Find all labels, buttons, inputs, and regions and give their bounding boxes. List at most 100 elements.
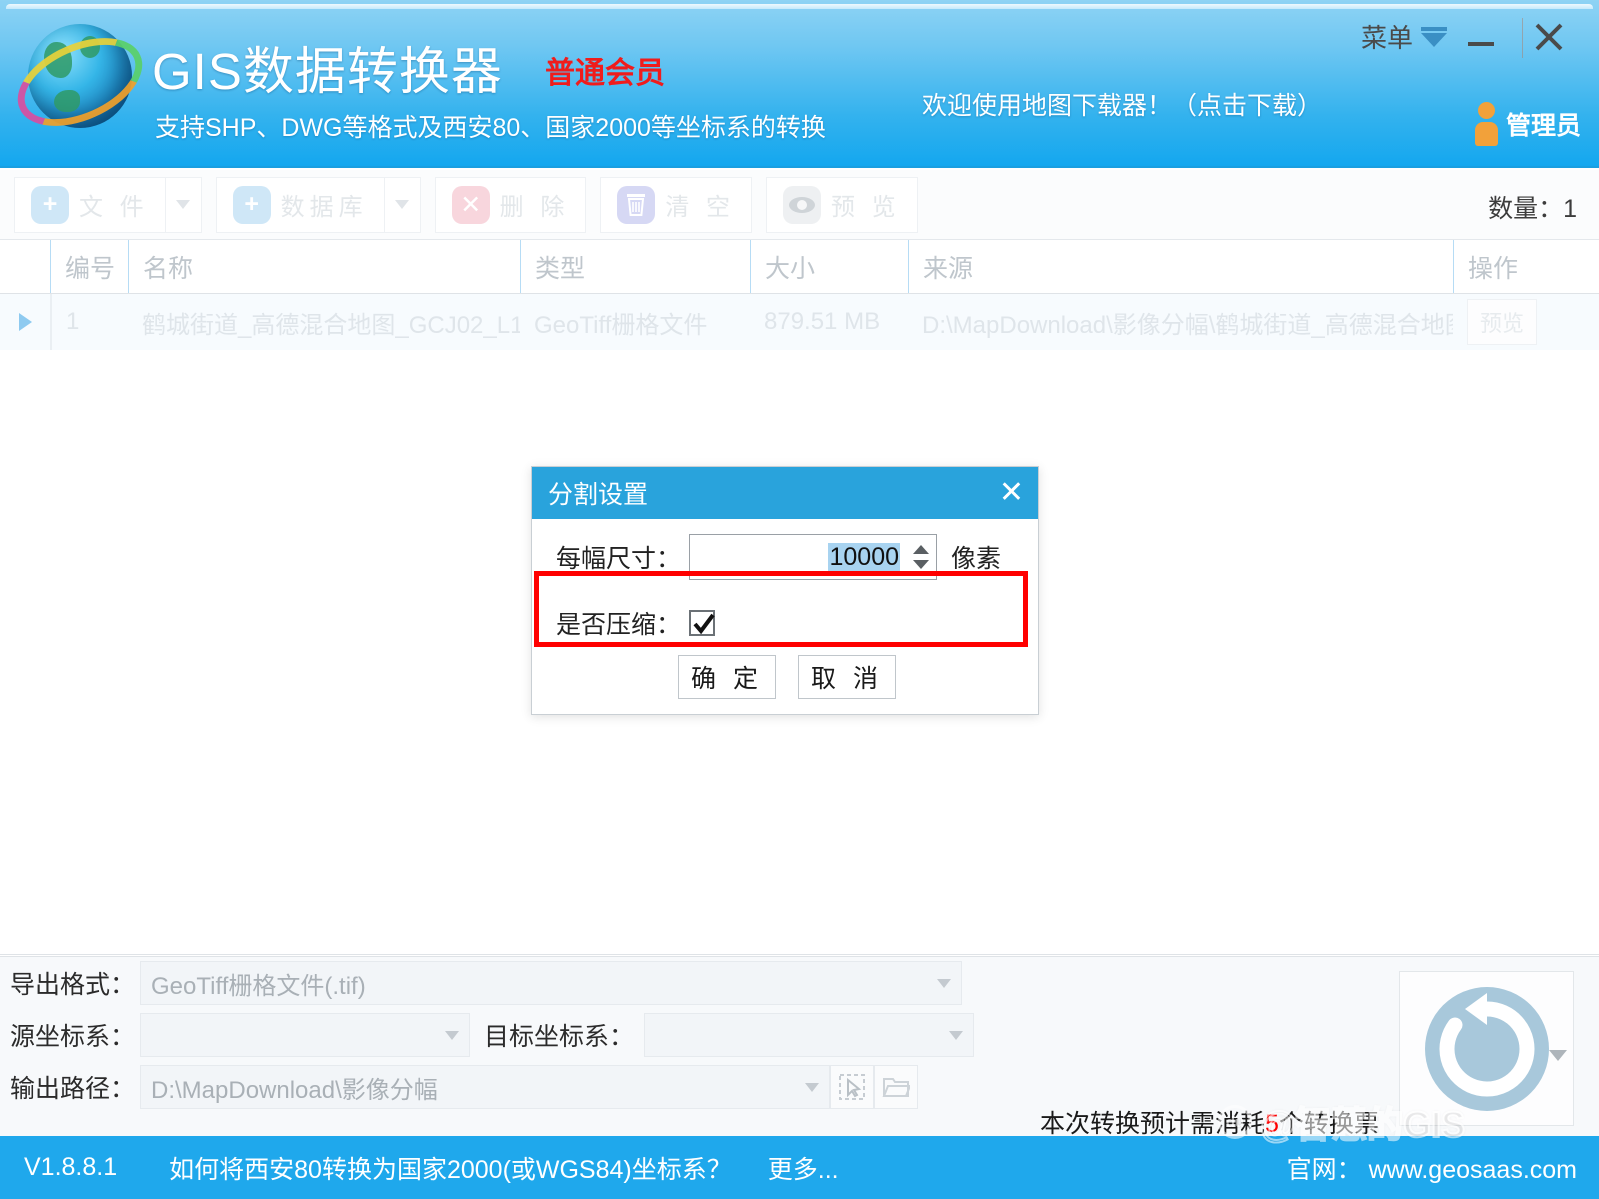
output-path-input[interactable]: D:\MapDownload\影像分幅	[140, 1065, 830, 1109]
pick-location-button[interactable]	[830, 1065, 874, 1109]
table-header-name[interactable]: 名称	[128, 240, 520, 293]
clear-button[interactable]: 清 空	[601, 178, 751, 232]
table-header-type[interactable]: 类型	[520, 240, 750, 293]
output-path-label: 输出路径：	[10, 1075, 136, 1103]
tile-size-label: 每幅尺寸：	[556, 545, 682, 573]
browse-folder-button[interactable]	[874, 1065, 918, 1109]
application-window: GIS数据转换器 普通会员 支持SHP、DWG等格式及西安80、国家2000等坐…	[0, 0, 1599, 1199]
cell-size: 879.51 MB	[764, 308, 881, 335]
add-file-dropdown[interactable]	[164, 177, 201, 232]
menu-button[interactable]: 菜单	[1361, 18, 1447, 55]
app-subtitle: 支持SHP、DWG等格式及西安80、国家2000等坐标系的转换	[155, 114, 826, 142]
dialog-title: 分割设置	[548, 481, 649, 509]
target-crs-select[interactable]	[644, 1013, 975, 1057]
add-database-label: 数据库	[280, 194, 368, 221]
app-header: GIS数据转换器 普通会员 支持SHP、DWG等格式及西安80、国家2000等坐…	[0, 0, 1599, 168]
convert-options-caret-icon[interactable]	[1549, 1050, 1567, 1061]
chevron-down-icon	[949, 1031, 964, 1040]
cursor-select-icon	[839, 1074, 865, 1100]
caret-down-icon[interactable]	[913, 560, 930, 569]
start-convert-button[interactable]	[1399, 971, 1574, 1126]
add-database-button[interactable]: + 数据库	[217, 178, 384, 232]
map-downloader-link[interactable]: 欢迎使用地图下载器！（点击下载）	[922, 86, 1322, 122]
minimize-button[interactable]	[1453, 14, 1509, 60]
toolbar-group-delete: ✕ 删 除	[434, 176, 587, 233]
export-format-value: GeoTiff栅格文件(.tif)	[151, 972, 366, 1000]
trash-icon	[617, 185, 656, 224]
table-header-action[interactable]: 操作	[1453, 240, 1599, 293]
clear-label: 清 空	[665, 194, 736, 221]
more-link[interactable]: 更多...	[768, 1150, 839, 1186]
chevron-down-icon	[805, 1083, 819, 1092]
add-file-button[interactable]: + 文 件	[15, 178, 165, 232]
output-path-value: D:\MapDownload\影像分幅	[151, 1076, 438, 1104]
export-format-label: 导出格式：	[10, 971, 136, 999]
compress-checkbox[interactable]	[689, 610, 716, 636]
add-database-dropdown[interactable]	[383, 177, 420, 232]
chevron-down-icon	[937, 979, 951, 988]
tile-size-unit: 像素	[951, 545, 1002, 573]
cost-count: 5	[1265, 1110, 1279, 1138]
dialog-close-icon[interactable]: ✕	[999, 478, 1024, 508]
row-expand-toggle[interactable]	[0, 313, 50, 331]
main-toolbar: + 文 件 + 数据库 ✕ 删 除 清 空 预 览 数量：1	[0, 170, 1599, 240]
cell-name: 鹤城街道_高德混合地图_GCJ02_L18	[142, 311, 520, 339]
close-button[interactable]	[1521, 14, 1577, 60]
table-header-spacer	[0, 240, 50, 293]
row-preview-button[interactable]: 预览	[1467, 299, 1538, 345]
close-x-icon: ✕	[451, 185, 490, 224]
preview-button[interactable]: 预 览	[767, 178, 917, 232]
plus-icon: +	[31, 185, 69, 224]
cancel-button[interactable]: 取 消	[798, 655, 896, 699]
folder-icon	[882, 1078, 910, 1097]
item-count-label: 数量：1	[1488, 195, 1577, 223]
export-format-row: 导出格式： GeoTiff栅格文件(.tif)	[0, 957, 1599, 1009]
refresh-convert-icon	[1424, 986, 1549, 1111]
dialog-titlebar: 分割设置 ✕	[532, 467, 1038, 519]
delete-label: 删 除	[499, 194, 570, 221]
export-format-select[interactable]: GeoTiff栅格文件(.tif)	[140, 961, 962, 1005]
chevron-down-icon	[445, 1031, 459, 1040]
tile-size-input[interactable]: 10000	[690, 535, 906, 579]
compress-label: 是否压缩：	[556, 611, 682, 639]
delete-button[interactable]: ✕ 删 除	[436, 178, 586, 232]
eye-icon	[783, 185, 822, 224]
cost-prefix: 本次转换预计需消耗	[1040, 1110, 1266, 1138]
toolbar-group-preview: 预 览	[766, 176, 918, 233]
toolbar-group-file: + 文 件	[14, 176, 202, 233]
cell-type: GeoTiff栅格文件	[534, 311, 708, 339]
close-icon	[1535, 23, 1563, 51]
tile-size-spin-arrows[interactable]	[906, 535, 936, 579]
cost-suffix: 个转换票	[1278, 1110, 1379, 1138]
tile-size-stepper[interactable]: 10000	[689, 534, 938, 580]
user-account[interactable]: 管理员	[1474, 102, 1581, 146]
compress-row: 是否压缩：	[532, 595, 1038, 651]
source-crs-select[interactable]	[140, 1013, 470, 1057]
cell-action: 预览	[1453, 299, 1599, 345]
official-site-label[interactable]: 官网： www.geosaas.com	[1287, 1150, 1577, 1186]
table-header-source[interactable]: 来源	[908, 240, 1453, 293]
user-name-label: 管理员	[1505, 112, 1581, 140]
tile-size-value: 10000	[828, 542, 901, 572]
minimize-icon	[1468, 42, 1494, 46]
crs-row: 源坐标系： 目标坐标系：	[0, 1009, 1599, 1061]
version-label: V1.8.8.1	[24, 1153, 118, 1181]
add-file-label: 文 件	[79, 194, 149, 221]
membership-badge: 普通会员	[545, 57, 665, 90]
split-settings-dialog: 分割设置 ✕ 每幅尺寸： 10000 像素 是否压缩： 确 定 取 消	[531, 466, 1039, 715]
globe-logo-icon	[4, 14, 156, 146]
help-tip-link[interactable]: 如何将西安80转换为国家2000(或WGS84)坐标系？	[169, 1150, 732, 1186]
preview-label: 预 览	[831, 194, 901, 221]
table-header-size[interactable]: 大小	[750, 240, 908, 293]
avatar-icon	[1474, 102, 1498, 146]
caret-up-icon[interactable]	[913, 545, 930, 554]
table-row[interactable]: 1 鹤城街道_高德混合地图_GCJ02_L18 GeoTiff栅格文件 879.…	[0, 294, 1599, 350]
conversion-cost-text: 本次转换预计需消耗5个转换票	[1040, 1104, 1379, 1140]
chevron-down-icon	[176, 200, 191, 209]
tile-size-row: 每幅尺寸： 10000 像素	[532, 519, 1038, 595]
confirm-button[interactable]: 确 定	[678, 655, 776, 699]
cell-source: D:\MapDownload\影像分幅\鹤城街道_高德混合地图	[922, 311, 1453, 339]
chevron-down-icon	[1421, 26, 1447, 47]
table-header-no[interactable]: 编号	[50, 240, 128, 293]
cell-no: 1	[66, 308, 80, 335]
